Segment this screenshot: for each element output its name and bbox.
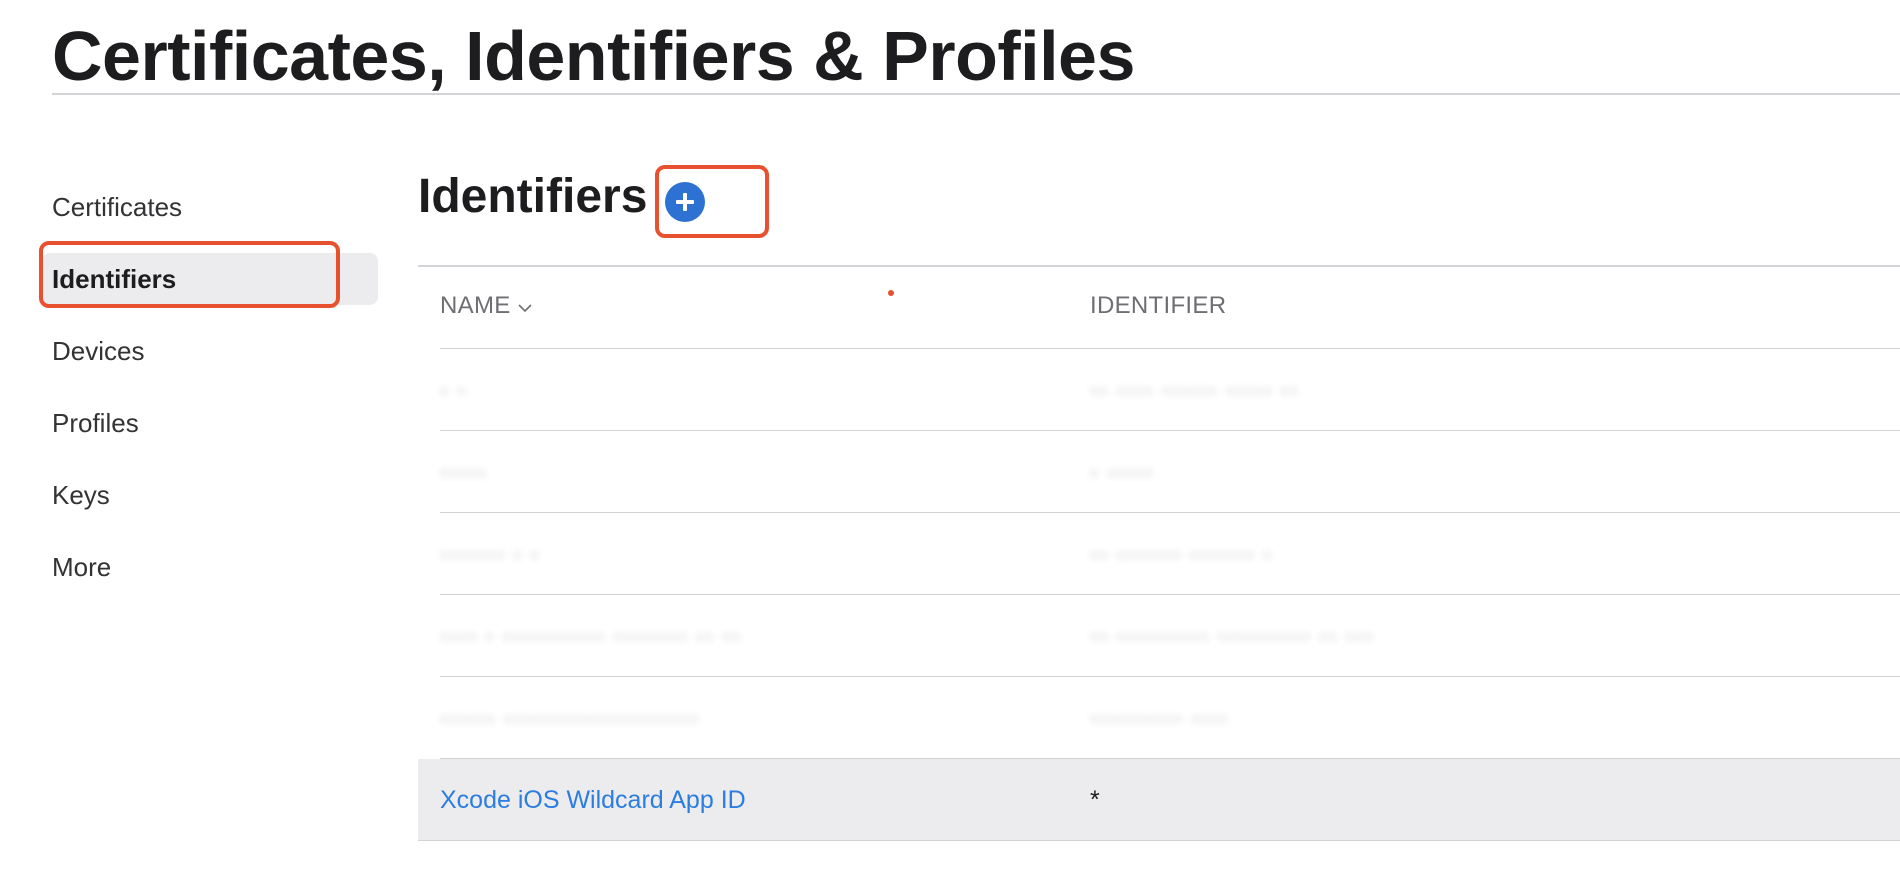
sidebar-item-label: Devices	[52, 335, 145, 366]
cursor-marker	[888, 290, 894, 296]
sidebar-item-keys[interactable]: Keys	[42, 469, 378, 521]
sidebar-item-label: Certificates	[52, 191, 183, 222]
table-row-xcode-wildcard[interactable]: Xcode iOS Wildcard App ID *	[418, 759, 1900, 841]
column-header-identifier[interactable]: IDENTIFIER	[1090, 292, 1226, 320]
column-header-identifier-label: IDENTIFIER	[1090, 292, 1227, 319]
sidebar-item-certificates[interactable]: Certificates	[42, 181, 378, 233]
sidebar-item-label: More	[52, 551, 112, 582]
sidebar: Certificates Identifiers Devices Profile…	[0, 0, 380, 874]
row-identifier: ·· ······· ······· ·	[1090, 539, 1273, 568]
column-header-name[interactable]: NAME	[440, 292, 533, 320]
chevron-down-icon	[517, 304, 532, 313]
section-title: Identifiers	[418, 170, 648, 223]
table-row[interactable]: ······· · · ·· ······· ······· ·	[418, 513, 1900, 595]
column-header-name-label: NAME	[440, 292, 511, 319]
table-row[interactable]: · · ·· ···· ······ ····· ··	[418, 349, 1900, 431]
row-name-link[interactable]: Xcode iOS Wildcard App ID	[440, 759, 746, 841]
row-identifier: ·· ···· ······ ····· ··	[1090, 375, 1299, 404]
sidebar-item-identifiers[interactable]: Identifiers	[42, 253, 378, 305]
row-name: ······· · ·	[440, 539, 540, 568]
row-identifier: · ·····	[1090, 457, 1154, 486]
sidebar-item-profiles[interactable]: Profiles	[42, 397, 378, 449]
row-identifier: ·········· ····	[1090, 703, 1229, 732]
row-identifier: ·· ·········· ·········· ·· ···	[1090, 621, 1374, 650]
sidebar-item-label: Keys	[52, 479, 110, 510]
add-identifier-button[interactable]	[665, 182, 705, 222]
sidebar-item-devices[interactable]: Devices	[42, 325, 378, 377]
table-row[interactable]: ······ ····················· ·········· …	[418, 677, 1900, 759]
plus-icon	[676, 193, 694, 211]
sidebar-item-more[interactable]: More	[42, 541, 378, 593]
sidebar-item-label: Identifiers	[52, 263, 177, 294]
table-row[interactable]: ····· · ·····	[418, 431, 1900, 513]
table-row[interactable]: ···· · ··········· ········ ·· ·· ·· ···…	[418, 595, 1900, 677]
row-divider	[418, 840, 1900, 841]
row-name: ······ ·····················	[440, 703, 700, 732]
sidebar-item-label: Profiles	[52, 407, 139, 438]
row-identifier: *	[1090, 785, 1100, 814]
row-name: · ·	[440, 375, 467, 404]
table-top-rule	[418, 265, 1900, 267]
row-name: ···· · ··········· ········ ·· ··	[440, 621, 741, 650]
row-name: ·····	[440, 457, 487, 486]
